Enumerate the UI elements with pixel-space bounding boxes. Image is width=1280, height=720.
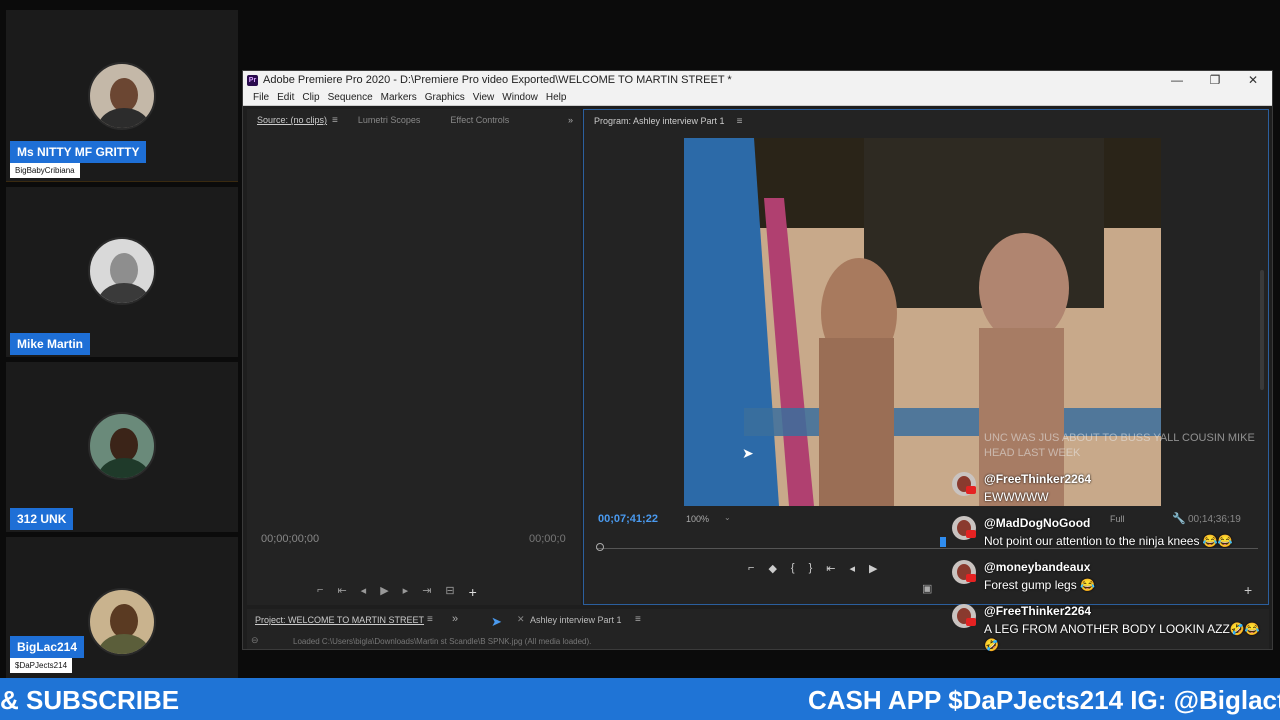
menu-bar: File Edit Clip Sequence Markers Graphics… [243, 89, 1272, 106]
tab-project[interactable]: Project: WELCOME TO MARTIN STREET [255, 615, 424, 625]
title-bar: Pr Adobe Premiere Pro 2020 - D:\Premiere… [243, 71, 1272, 89]
export-frame-icon[interactable]: ▣ [922, 582, 932, 595]
participant-tile: Ms NITTY MF GRITTY BigBabyCribiana [6, 10, 238, 182]
frame-back-icon[interactable]: ◂ [361, 584, 367, 600]
insert-icon[interactable]: ⊟ [445, 584, 454, 600]
avatar [88, 588, 156, 656]
scrollbar[interactable] [1260, 270, 1264, 390]
youtube-icon [966, 618, 976, 626]
play-icon[interactable]: ▶ [869, 562, 877, 575]
ticker-text-left: & SUBSCRIBE [0, 685, 180, 715]
chevron-right-icon[interactable]: » [568, 115, 573, 125]
mark-in-icon[interactable]: ⌐ [317, 584, 323, 600]
tab-program[interactable]: Program: Ashley interview Part 1 [594, 116, 725, 126]
menu-view[interactable]: View [473, 92, 495, 103]
panel-menu-icon[interactable]: ≡ [427, 614, 433, 625]
add-button-icon[interactable]: + [469, 584, 477, 600]
menu-window[interactable]: Window [502, 92, 538, 103]
minimize-button[interactable]: — [1158, 71, 1196, 89]
mark-out-icon[interactable]: } [809, 562, 813, 575]
menu-graphics[interactable]: Graphics [425, 92, 465, 103]
step-forward-icon[interactable]: ⇥ [422, 584, 431, 600]
zoom-select[interactable]: 100% [686, 514, 709, 524]
avatar [88, 237, 156, 305]
panel-menu-icon[interactable]: ≡ [332, 115, 338, 126]
chat-username: @moneybandeaux [984, 560, 1091, 574]
frame-back-icon[interactable]: ◂ [850, 562, 856, 575]
source-tab-row: Source: (no clips) ≡ Lumetri Scopes Effe… [247, 109, 581, 131]
selection-tool-icon[interactable]: ➤ [491, 614, 502, 630]
play-icon[interactable]: ▶ [380, 584, 388, 600]
chat-text: Not point our attention to the ninja kne… [984, 534, 1233, 548]
mark-in-icon[interactable]: { [791, 562, 795, 575]
participant-name: Ms NITTY MF GRITTY [10, 141, 147, 163]
chat-text: A LEG FROM ANOTHER BODY LOOKIN AZZ🤣😂🤣 [984, 622, 1260, 652]
pinned-message: UNC WAS JUS ABOUT TO BUSS YALL COUSIN MI… [984, 432, 1255, 459]
youtube-icon [966, 530, 976, 538]
participant-handle: BigBabyCribiana [10, 163, 80, 178]
tab-effect-controls[interactable]: Effect Controls [450, 115, 509, 125]
participant-handle: $DaPJects214 [10, 658, 73, 673]
frame-forward-icon[interactable]: ▸ [403, 584, 409, 600]
avatar [88, 62, 156, 130]
chat-text: EWWWWW [984, 490, 1049, 504]
participant-list: Ms NITTY MF GRITTY BigBabyCribiana Mike … [6, 10, 238, 678]
program-timecode: 00;07;41;22 [598, 513, 658, 525]
maximize-button[interactable]: ❐ [1196, 71, 1234, 89]
tab-source[interactable]: Source: (no clips) [257, 115, 327, 125]
go-to-in-icon[interactable]: ⇤ [826, 562, 835, 575]
chat-overlay: UNC WAS JUS ABOUT TO BUSS YALL COUSIN MI… [946, 428, 1266, 658]
status-message: Loaded C:\Users\bigla\Downloads\Martin s… [293, 637, 592, 646]
avatar [88, 412, 156, 480]
participant-name: BigLac214 [10, 636, 85, 658]
menu-help[interactable]: Help [546, 92, 567, 103]
source-monitor: Source: (no clips) ≡ Lumetri Scopes Effe… [247, 109, 581, 605]
panel-menu-icon[interactable]: ≡ [635, 614, 641, 625]
cursor-icon: ➤ [742, 445, 754, 461]
panel-menu-icon[interactable]: ≡ [737, 116, 743, 127]
participant-tile: BigLac214 $DaPJects214 [6, 537, 238, 678]
program-transport-controls: ⌐ ◆ { } ⇤ ◂ ▶ [748, 562, 878, 575]
participant-name: Mike Martin [10, 333, 91, 355]
menu-file[interactable]: File [253, 92, 269, 103]
youtube-icon [966, 486, 976, 494]
participant-tile: Mike Martin [6, 187, 238, 357]
close-tab-icon[interactable]: ✕ [517, 614, 525, 625]
source-transport-controls: ⌐ ⇤ ◂ ▶ ▸ ⇥ ⊟ + [317, 584, 477, 600]
ticker-text-right: CASH APP $DaPJects214 IG: @Biglactha [808, 685, 1280, 715]
source-timecode: 00;00;00;00 [261, 533, 320, 545]
step-back-icon[interactable]: ⇤ [337, 584, 346, 600]
marker-icon[interactable]: ◆ [768, 562, 776, 575]
tab-lumetri-scopes[interactable]: Lumetri Scopes [358, 115, 421, 125]
menu-edit[interactable]: Edit [277, 92, 294, 103]
chat-username: @FreeThinker2264 [984, 604, 1092, 618]
participant-name: 312 UNK [10, 508, 74, 530]
chat-text: Forest gump legs 😂 [984, 578, 1095, 592]
program-tab-row: Program: Ashley interview Part 1 ≡ [584, 110, 1268, 132]
chat-username: @FreeThinker2264 [984, 472, 1092, 486]
add-marker-icon[interactable]: ⌐ [748, 562, 754, 575]
tab-timeline[interactable]: Ashley interview Part 1 [530, 615, 622, 625]
source-duration: 00;00;0 [529, 533, 566, 545]
premiere-logo-icon: Pr [247, 74, 258, 86]
youtube-icon [966, 574, 976, 582]
menu-sequence[interactable]: Sequence [328, 92, 373, 103]
close-button[interactable]: ✕ [1234, 71, 1272, 89]
chevron-down-icon[interactable]: ⌄ [724, 513, 731, 522]
link-icon: ⊖ [251, 635, 259, 645]
chevron-right-icon[interactable]: » [452, 613, 458, 625]
menu-markers[interactable]: Markers [381, 92, 417, 103]
ticker-banner: & SUBSCRIBE CASH APP $DaPJects214 IG: @B… [0, 678, 1280, 720]
chat-username: @MadDogNoGood [984, 516, 1091, 530]
participant-tile: 312 UNK [6, 362, 238, 532]
window-title: Adobe Premiere Pro 2020 - D:\Premiere Pr… [263, 74, 732, 86]
playhead-start-icon [596, 543, 604, 551]
menu-clip[interactable]: Clip [302, 92, 319, 103]
